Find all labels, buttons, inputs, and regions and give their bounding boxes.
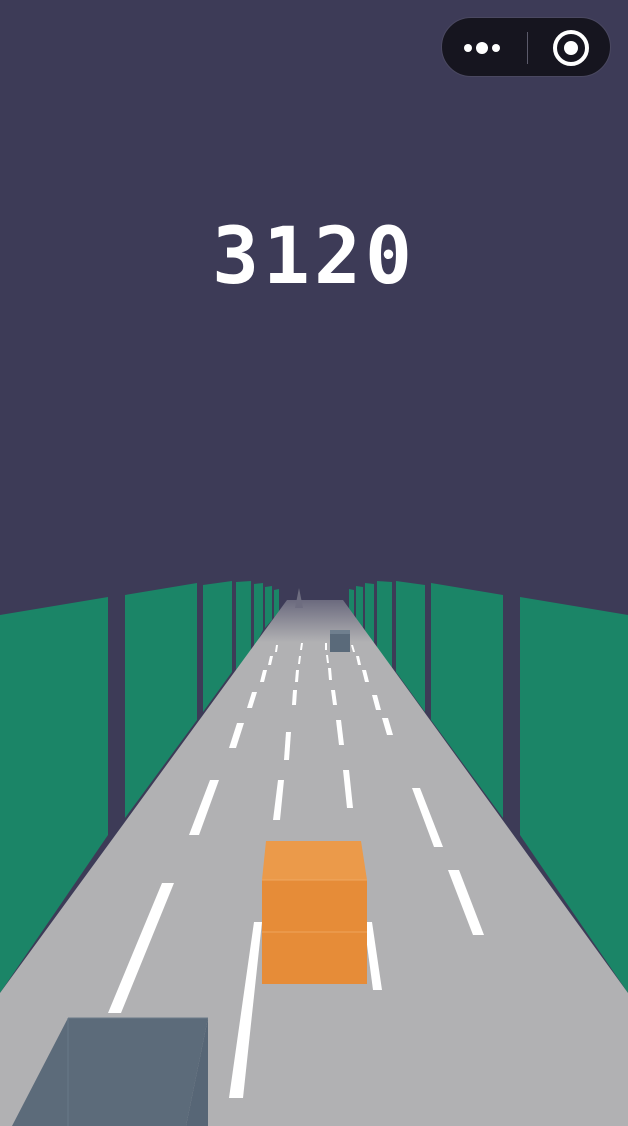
dot-icon [476, 42, 488, 54]
target-icon[interactable] [553, 30, 589, 66]
dot-icon [492, 44, 500, 52]
dot-icon [464, 44, 472, 52]
menu-capsule [441, 17, 611, 77]
score-display: 3120 [212, 212, 416, 302]
obstacle-block-far [330, 630, 350, 652]
more-dots-icon[interactable] [460, 36, 508, 60]
player-block[interactable] [262, 841, 367, 984]
game-scene[interactable] [0, 0, 628, 1126]
capsule-divider [527, 32, 528, 64]
